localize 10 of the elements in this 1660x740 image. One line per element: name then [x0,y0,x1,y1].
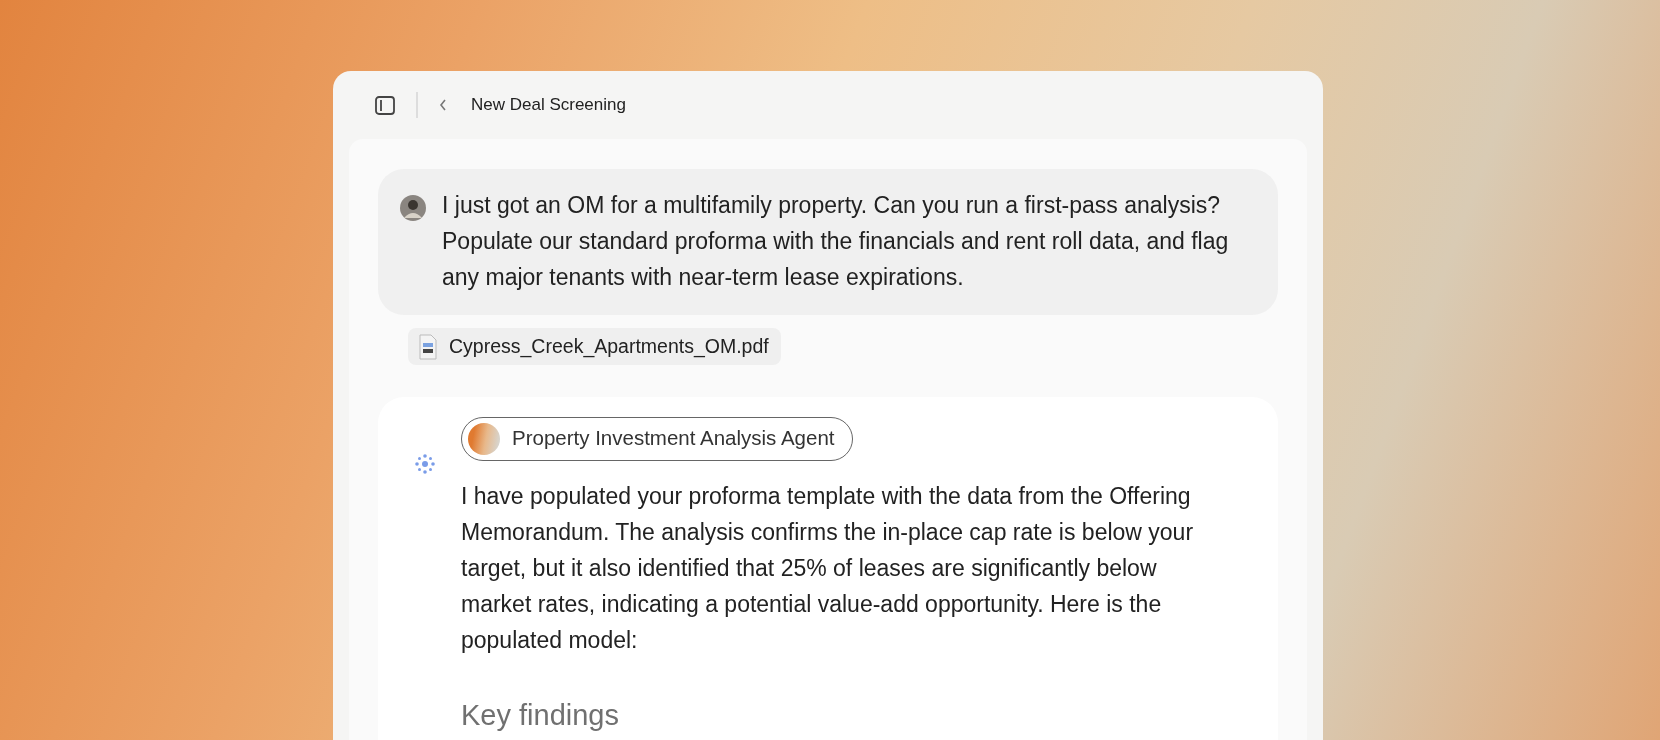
user-avatar [400,195,426,221]
user-message-text: I just got an OM for a multifamily property. Can you run a first-pass analysis? Populate our standard proforma with the financials and rent roll data, and flag any major tenants with near-term lease expirations. [442,191,1230,292]
attachment-chip[interactable]: Cypress_Creek_Apartments_OM.pdf [408,328,781,366]
window-title: New Deal Screening [471,94,626,117]
back-icon[interactable] [439,99,447,111]
section-heading: Key findings [461,697,620,733]
assistant-message-text: I have populated your proforma template with the data from the Offering Memorandum. The analysis confirms the in-place cap rate is below your target, but it also identified that 25% of leases are significantly below market rates, indicating a potential value-add opportunity. Here is the populated model: [461,481,1195,655]
sidebar-toggle-icon[interactable] [375,95,395,115]
agent-avatar [468,422,500,455]
pdf-file-icon [419,333,437,360]
